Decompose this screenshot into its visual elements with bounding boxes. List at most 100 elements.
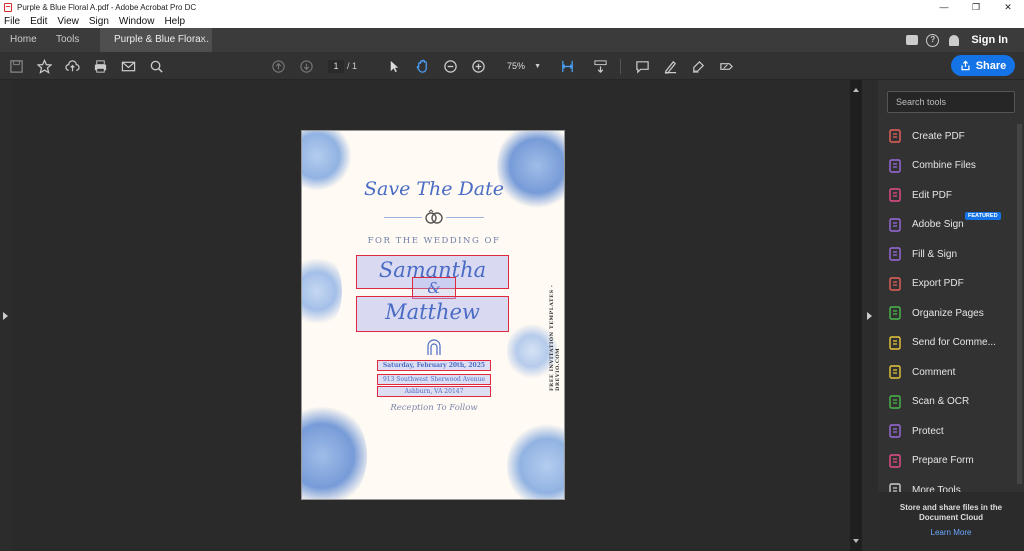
next-page-icon[interactable] <box>297 57 315 75</box>
restore-button[interactable]: ❐ <box>960 0 992 14</box>
tool-scan-ocr[interactable]: Scan & OCR <box>887 391 1015 413</box>
menu-bar: File Edit View Sign Window Help <box>0 14 1024 28</box>
side-watermark-text: FREE INVITATION TEMPLATES - DREVIO.COM <box>549 284 561 391</box>
scroll-mode-icon[interactable] <box>591 57 609 75</box>
close-window-button[interactable]: ✕ <box>992 0 1024 14</box>
expand-left-icon <box>3 312 8 320</box>
cloud-promo-text: Store and share files in the Document Cl… <box>899 503 1003 522</box>
tool-label: Export PDF <box>912 278 964 289</box>
edit-pdf-icon <box>887 187 903 203</box>
tool-prepare-form[interactable]: Prepare Form <box>887 450 1015 472</box>
document-scrollbar[interactable] <box>850 80 862 551</box>
header-actions: ? Sign In <box>898 28 1024 52</box>
minimize-button[interactable]: — <box>928 0 960 14</box>
tab-tools[interactable]: Tools <box>56 28 79 52</box>
tool-label: Prepare Form <box>912 455 974 466</box>
tool-label: Protect <box>912 425 944 437</box>
search-icon[interactable] <box>147 57 165 75</box>
tool-export-pdf[interactable]: Export PDF <box>887 273 1015 295</box>
tab-document[interactable]: Purple & Blue Flora... × <box>100 28 212 52</box>
tool-label: Combine Files <box>912 160 976 171</box>
upload-cloud-icon[interactable] <box>63 57 81 75</box>
acrobat-window: Purple & Blue Floral A.pdf - Adobe Acrob… <box>0 0 1024 551</box>
zoom-out-icon[interactable] <box>441 57 459 75</box>
tool-comment[interactable]: Comment <box>887 361 1015 383</box>
tool-send-comment[interactable]: Send for Comme... <box>887 332 1015 354</box>
highlight-pen-icon[interactable] <box>661 57 679 75</box>
page-total: / 1 <box>347 61 358 71</box>
zoom-value: 75% <box>507 61 526 71</box>
scan-ocr-icon <box>887 394 903 410</box>
prepare-form-icon <box>887 453 903 469</box>
sign-in-button[interactable]: Sign In <box>971 34 1008 46</box>
scroll-down-icon[interactable] <box>853 539 859 543</box>
tab-document-label: Purple & Blue Flora... <box>114 34 210 45</box>
page-number-input[interactable]: 1 <box>328 60 344 73</box>
collapse-right-icon <box>867 312 872 320</box>
share-button[interactable]: Share <box>951 55 1015 76</box>
menu-file[interactable]: File <box>4 16 20 27</box>
comment-icon[interactable] <box>633 57 651 75</box>
left-panel-toggle[interactable] <box>0 80 12 551</box>
card-title: Save The Date <box>364 178 504 200</box>
right-panel-toggle[interactable] <box>862 80 878 551</box>
close-tab-icon[interactable]: × <box>200 28 206 52</box>
tab-bar: Home Tools Purple & Blue Flora... × ? Si… <box>0 28 1024 52</box>
search-tools-input[interactable]: Search tools <box>887 91 1015 113</box>
pdf-page: Save The Date FOR THE WEDDING OF Samanth… <box>301 130 565 500</box>
tool-organize-pages[interactable]: Organize Pages <box>887 302 1015 324</box>
organize-pages-icon <box>887 305 903 321</box>
tool-label: Adobe Sign <box>912 219 964 230</box>
tool-label: Organize Pages <box>912 307 984 319</box>
divider-line <box>384 217 422 218</box>
tool-label: Fill & Sign <box>912 248 958 260</box>
print-icon[interactable] <box>91 57 109 75</box>
address-line1-field[interactable]: 913 Southwest Sherwood Avenue <box>377 374 491 385</box>
scroll-up-icon[interactable] <box>853 88 859 92</box>
menu-sign[interactable]: Sign <box>89 16 109 27</box>
bell-icon[interactable] <box>949 34 960 46</box>
divider-line <box>446 217 484 218</box>
previous-page-icon[interactable] <box>269 57 287 75</box>
send-comment-icon <box>887 335 903 351</box>
zoom-in-icon[interactable] <box>469 57 487 75</box>
tool-fill-sign[interactable]: Fill & Sign <box>887 243 1015 265</box>
tab-home[interactable]: Home <box>10 28 37 52</box>
menu-edit[interactable]: Edit <box>30 16 47 27</box>
tool-label: Comment <box>912 366 956 378</box>
address-line2-field[interactable]: Ashburn, VA 20147 <box>377 386 491 397</box>
combine-files-icon <box>887 158 903 174</box>
menu-help[interactable]: Help <box>164 16 185 27</box>
save-icon[interactable] <box>7 57 25 75</box>
tool-create-pdf[interactable]: Create PDF <box>887 125 1015 147</box>
name2-highlight[interactable]: Matthew <box>356 296 509 332</box>
tool-label: Edit PDF <box>912 189 953 201</box>
featured-badge: FEATURED <box>965 212 1001 220</box>
tool-label: Create PDF <box>912 130 965 142</box>
hand-tool-icon[interactable] <box>413 57 431 75</box>
email-icon[interactable] <box>119 57 137 75</box>
export-pdf-icon <box>887 276 903 292</box>
wedding-subtitle: FOR THE WEDDING OF <box>367 236 501 246</box>
fill-sign-icon <box>887 246 903 262</box>
menu-window[interactable]: Window <box>119 16 155 27</box>
tools-scrollbar[interactable] <box>1017 124 1022 484</box>
floral-decoration <box>302 401 367 499</box>
window-controls: — ❐ ✕ <box>928 0 1024 14</box>
name2: Matthew <box>385 300 480 324</box>
date-field[interactable]: Saturday, February 20th, 2025 <box>377 360 491 371</box>
zoom-level-select[interactable]: 75% ▼ <box>499 60 545 73</box>
tool-protect[interactable]: Protect <box>887 420 1015 442</box>
tool-combine-files[interactable]: Combine Files <box>887 155 1015 177</box>
menu-view[interactable]: View <box>57 16 79 27</box>
help-icon[interactable]: ? <box>926 33 940 47</box>
fit-page-icon[interactable] <box>558 57 576 75</box>
select-cursor-icon[interactable] <box>385 57 403 75</box>
learn-more-link[interactable]: Learn More <box>886 528 1016 537</box>
draw-sign-icon[interactable] <box>689 57 707 75</box>
fill-sign-icon[interactable] <box>717 57 735 75</box>
bookmark-star-icon[interactable] <box>35 57 53 75</box>
rings-icon <box>425 209 443 224</box>
tool-edit-pdf[interactable]: Edit PDF <box>887 184 1015 206</box>
chat-icon[interactable] <box>906 35 919 45</box>
